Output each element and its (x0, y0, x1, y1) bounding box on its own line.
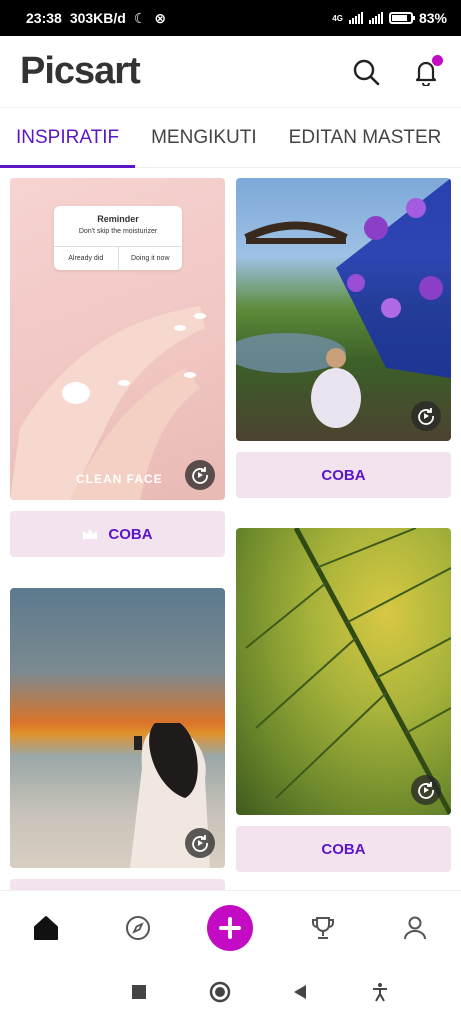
feed-tabs: INSPIRATIF MENGIKUTI EDITAN MASTER (0, 108, 461, 168)
create-button[interactable] (207, 904, 254, 951)
reminder-text: Don't skip the moisturizer (78, 228, 158, 235)
data-saver-icon: ⊗ (154, 9, 167, 26)
reminder-btn-doing: Doing it now (117, 247, 183, 270)
coba-label-1: COBA (108, 525, 153, 543)
explore-icon[interactable] (114, 904, 162, 952)
reminder-title: Reminder (97, 214, 139, 224)
coba-button-3[interactable] (10, 879, 225, 890)
replay-icon[interactable] (411, 401, 441, 431)
app-bar: Picsart (0, 36, 461, 108)
home-icon[interactable] (22, 904, 70, 952)
sunset-illustration (130, 723, 210, 868)
coba-button-4[interactable]: COBA (236, 826, 451, 872)
reminder-card: Reminder Don't skip the moisturizer Alre… (54, 206, 182, 270)
feed-card-leaf[interactable] (236, 528, 451, 815)
challenges-icon[interactable] (299, 904, 347, 952)
feed-grid: Reminder Don't skip the moisturizer Alre… (0, 168, 461, 890)
reminder-btn-already: Already did (68, 255, 104, 262)
notification-dot (432, 54, 443, 66)
battery-percent: 83% (418, 10, 447, 26)
signal-2-icon (368, 12, 383, 24)
back-icon[interactable] (292, 984, 308, 1005)
coba-label-2: COBA (321, 466, 366, 484)
coba-label-4: COBA (321, 840, 366, 858)
recents-icon[interactable] (131, 984, 147, 1005)
status-speed: 303KB/d (69, 10, 126, 26)
battery-icon (388, 12, 415, 24)
feed-card-fantasy[interactable] (236, 178, 451, 441)
feed-card-hands[interactable]: Reminder Don't skip the moisturizer Alre… (10, 178, 225, 500)
signal-icon (348, 12, 363, 24)
moon-icon: ☾ (133, 9, 147, 26)
clean-face-text: CLEAN FACE (76, 472, 163, 486)
status-time: 23:38 (26, 10, 62, 26)
tab-inspiratif[interactable]: INSPIRATIF (0, 108, 136, 168)
tab-mengikuti[interactable]: MENGIKUTI (135, 108, 273, 168)
coba-button-1[interactable]: COBA (10, 511, 225, 557)
replay-icon[interactable] (185, 460, 215, 490)
system-nav (0, 964, 461, 1024)
bottom-nav (0, 890, 461, 964)
create-icon[interactable] (206, 904, 254, 952)
leaf-illustration (245, 528, 451, 815)
replay-icon[interactable] (411, 775, 441, 805)
profile-icon[interactable] (391, 904, 439, 952)
notification-bell-icon[interactable] (411, 54, 443, 87)
crown-icon (83, 529, 98, 539)
accessibility-icon[interactable] (370, 982, 390, 1007)
search-icon[interactable] (351, 57, 381, 87)
network-type: 4G (332, 13, 343, 23)
status-bar: 23:38 303KB/d ☾ ⊗ 4G 83% (0, 0, 461, 36)
picsart-logo[interactable]: Picsart (20, 50, 141, 93)
home-system-icon[interactable] (209, 981, 231, 1008)
tab-editan-master[interactable]: EDITAN MASTER (273, 108, 458, 168)
feed-card-sunset[interactable] (10, 588, 225, 868)
replay-icon[interactable] (185, 828, 215, 858)
coba-button-2[interactable]: COBA (236, 452, 451, 498)
